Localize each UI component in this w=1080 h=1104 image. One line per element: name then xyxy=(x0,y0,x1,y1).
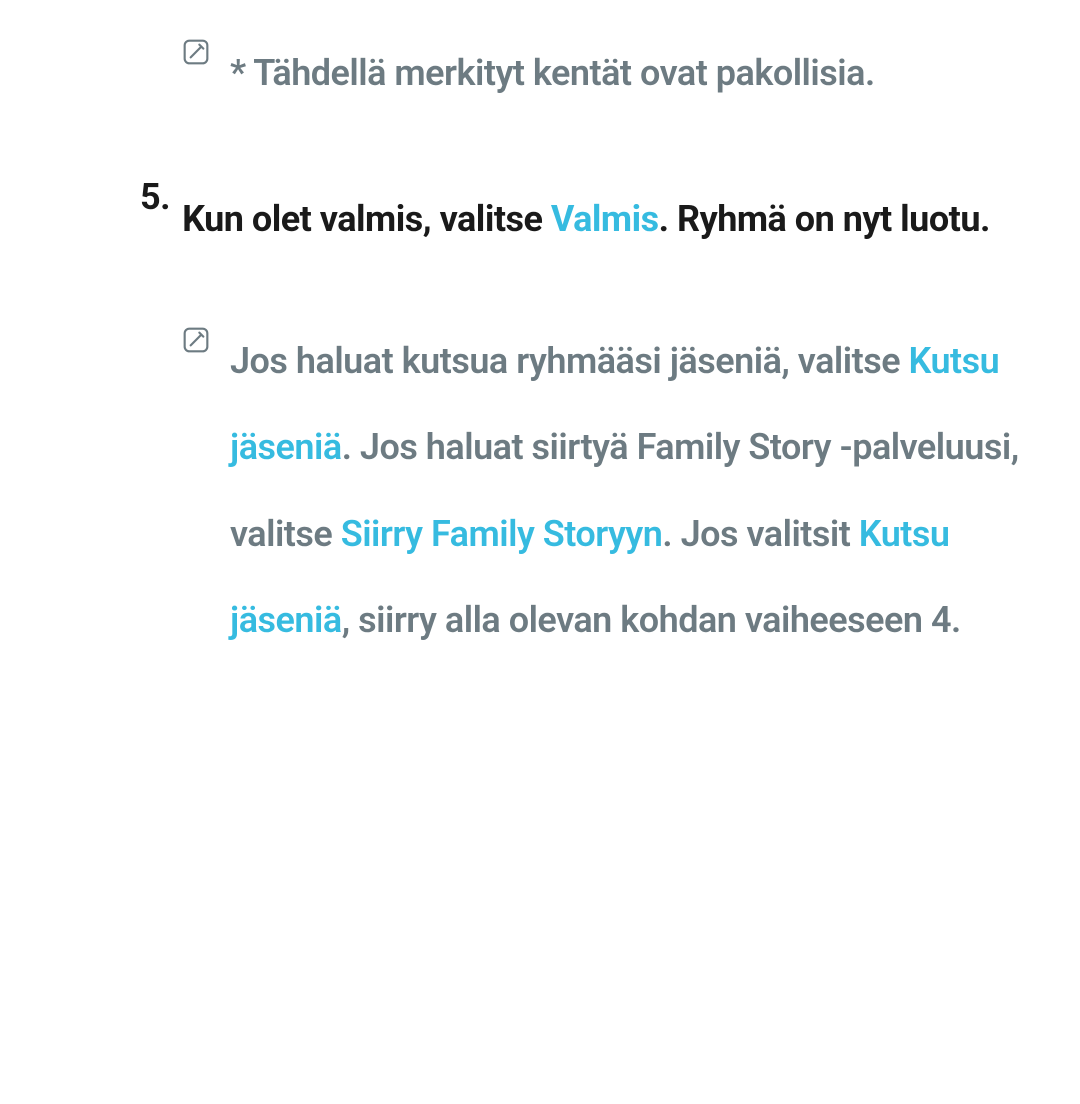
note-invite-members: Jos haluat kutsua ryhmääsi jäseniä, vali… xyxy=(140,318,1030,664)
step-text-part: Kun olet valmis, valitse xyxy=(182,198,551,240)
ui-label-siirry-family-storyyn: Siirry Family Storyyn xyxy=(341,513,663,555)
note-text: Jos haluat kutsua ryhmääsi jäseniä, vali… xyxy=(230,318,1030,664)
step-number: 5. xyxy=(140,176,170,218)
step-text: Kun olet valmis, valitse Valmis. Ryhmä o… xyxy=(182,176,990,262)
ui-label-valmis: Valmis xyxy=(551,198,659,240)
note-text-part: . Jos valitsit xyxy=(662,513,858,555)
note-text: * Tähdellä merkityt kentät ovat pakollis… xyxy=(230,30,875,116)
document-content: * Tähdellä merkityt kentät ovat pakollis… xyxy=(50,30,1030,663)
note-text-part: , siirry alla olevan kohdan vaiheeseen 4… xyxy=(342,599,961,641)
note-text-part: Jos haluat kutsua ryhmääsi jäseniä, vali… xyxy=(230,340,909,382)
step-text-part: . Ryhmä on nyt luotu. xyxy=(659,198,990,240)
note-icon xyxy=(180,36,212,68)
note-icon xyxy=(180,324,212,356)
note-required-fields: * Tähdellä merkityt kentät ovat pakollis… xyxy=(140,30,1030,116)
step-5: 5. Kun olet valmis, valitse Valmis. Ryhm… xyxy=(140,176,1030,262)
